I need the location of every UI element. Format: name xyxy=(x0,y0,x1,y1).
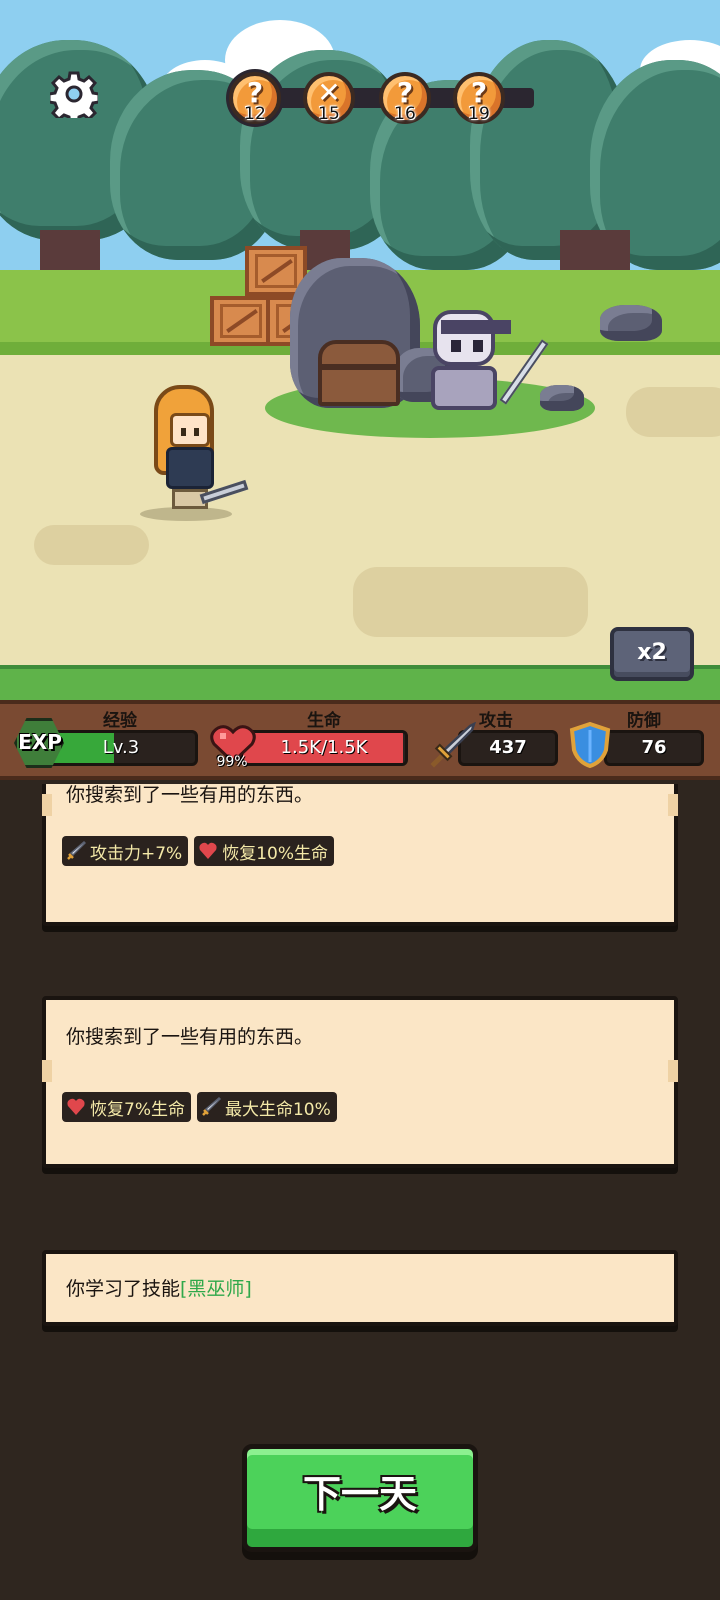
hero-face xyxy=(170,413,210,447)
card-notch xyxy=(668,1060,678,1082)
defense-label: 防御 xyxy=(627,711,661,731)
day-number: 19 xyxy=(468,104,490,124)
skeleton-body xyxy=(431,366,497,410)
log-message: 你搜索到了一些有用的东西。 xyxy=(66,1026,314,1048)
day-number: 15 xyxy=(318,104,340,124)
heart-icon xyxy=(199,842,217,859)
stats-bar: 经验 Lv.3 生命 1.5K/1.5K 攻击 437 防御 76 xyxy=(0,700,720,780)
reward-tags: 恢复7%生命 最大生命10% xyxy=(62,1092,337,1122)
day-node[interactable]: ? 19 xyxy=(453,72,505,124)
dirt-patch xyxy=(353,567,588,637)
defense-box: 76 xyxy=(604,730,704,766)
dirt-patch xyxy=(34,525,149,565)
heart-icon xyxy=(67,1098,85,1115)
day-node[interactable]: ✕ 15 xyxy=(303,72,355,124)
log-message: 你搜索到了一些有用的东西。 xyxy=(66,784,314,806)
reward-tag: 恢复10%生命 xyxy=(194,836,335,866)
reward-text: 最大生命10% xyxy=(224,1099,331,1120)
gear-icon xyxy=(47,71,101,125)
hp-label: 生命 xyxy=(307,711,341,731)
hp-value: 1.5K/1.5K xyxy=(280,737,368,758)
reward-text: 恢复10%生命 xyxy=(222,843,329,864)
defense-value: 76 xyxy=(641,737,667,758)
skeleton-head xyxy=(433,310,511,366)
reward-tag: 攻击力+7% xyxy=(62,836,189,866)
log-message: 你学习了技能[黑巫师] xyxy=(66,1274,252,1301)
small-rock xyxy=(540,385,584,411)
speed-button[interactable]: x2 xyxy=(610,627,694,681)
card-notch xyxy=(42,1060,52,1082)
log-card: 你搜索到了一些有用的东西。 攻击力+7% 恢复10%生命 xyxy=(42,784,678,926)
battle-scene: ? 12 ✕ 15 ? 16 ? 19 x2 xyxy=(0,0,720,705)
skill-name: [黑巫师] xyxy=(180,1278,252,1300)
tree-trunk xyxy=(560,230,630,274)
event-log: 你搜索到了一些有用的东西。 攻击力+7% 恢复10%生命 你搜索到了一些有用的东… xyxy=(0,784,720,1600)
hp-bar: 1.5K/1.5K xyxy=(240,730,408,766)
exp-label: 经验 xyxy=(103,711,137,731)
skeleton-enemy xyxy=(425,310,511,410)
card-notch xyxy=(668,794,678,816)
treasure-chest xyxy=(318,340,400,406)
small-rock xyxy=(600,305,662,341)
dirt-patch xyxy=(626,387,720,437)
tree-trunk xyxy=(40,230,100,274)
hero-armor xyxy=(166,447,214,489)
settings-button[interactable] xyxy=(47,70,101,125)
reward-text: 恢复7%生命 xyxy=(90,1099,185,1120)
card-notch xyxy=(42,794,52,816)
reward-tags: 攻击力+7% 恢复10%生命 xyxy=(62,836,335,866)
day-number: 16 xyxy=(394,104,416,124)
hero-shadow xyxy=(140,507,232,521)
skeleton-eye xyxy=(451,340,461,352)
reward-text: 攻击力+7% xyxy=(90,843,183,864)
next-day-button[interactable]: 下一天 xyxy=(242,1444,478,1552)
exp-badge-text: EXP xyxy=(18,730,62,754)
day-node[interactable]: ? 12 xyxy=(229,72,281,124)
log-card: 你学习了技能[黑巫师] xyxy=(42,1250,678,1326)
shield-icon xyxy=(569,722,611,768)
log-message-text: 你学习了技能 xyxy=(66,1278,181,1300)
day-number: 12 xyxy=(244,104,266,124)
sword-icon xyxy=(430,722,476,768)
reward-tag: 最大生命10% xyxy=(196,1092,337,1122)
hp-percent: 99% xyxy=(216,754,248,770)
wooden-crate xyxy=(210,296,272,346)
sword-icon xyxy=(202,1097,221,1116)
hero-character xyxy=(140,385,249,525)
sword-icon xyxy=(67,841,86,860)
reward-tag: 恢复7%生命 xyxy=(62,1092,191,1122)
skeleton-headband xyxy=(441,320,511,334)
log-card: 你搜索到了一些有用的东西。 恢复7%生命 最大生命10% xyxy=(42,996,678,1168)
day-node[interactable]: ? 16 xyxy=(379,72,431,124)
skeleton-eye xyxy=(473,340,483,352)
